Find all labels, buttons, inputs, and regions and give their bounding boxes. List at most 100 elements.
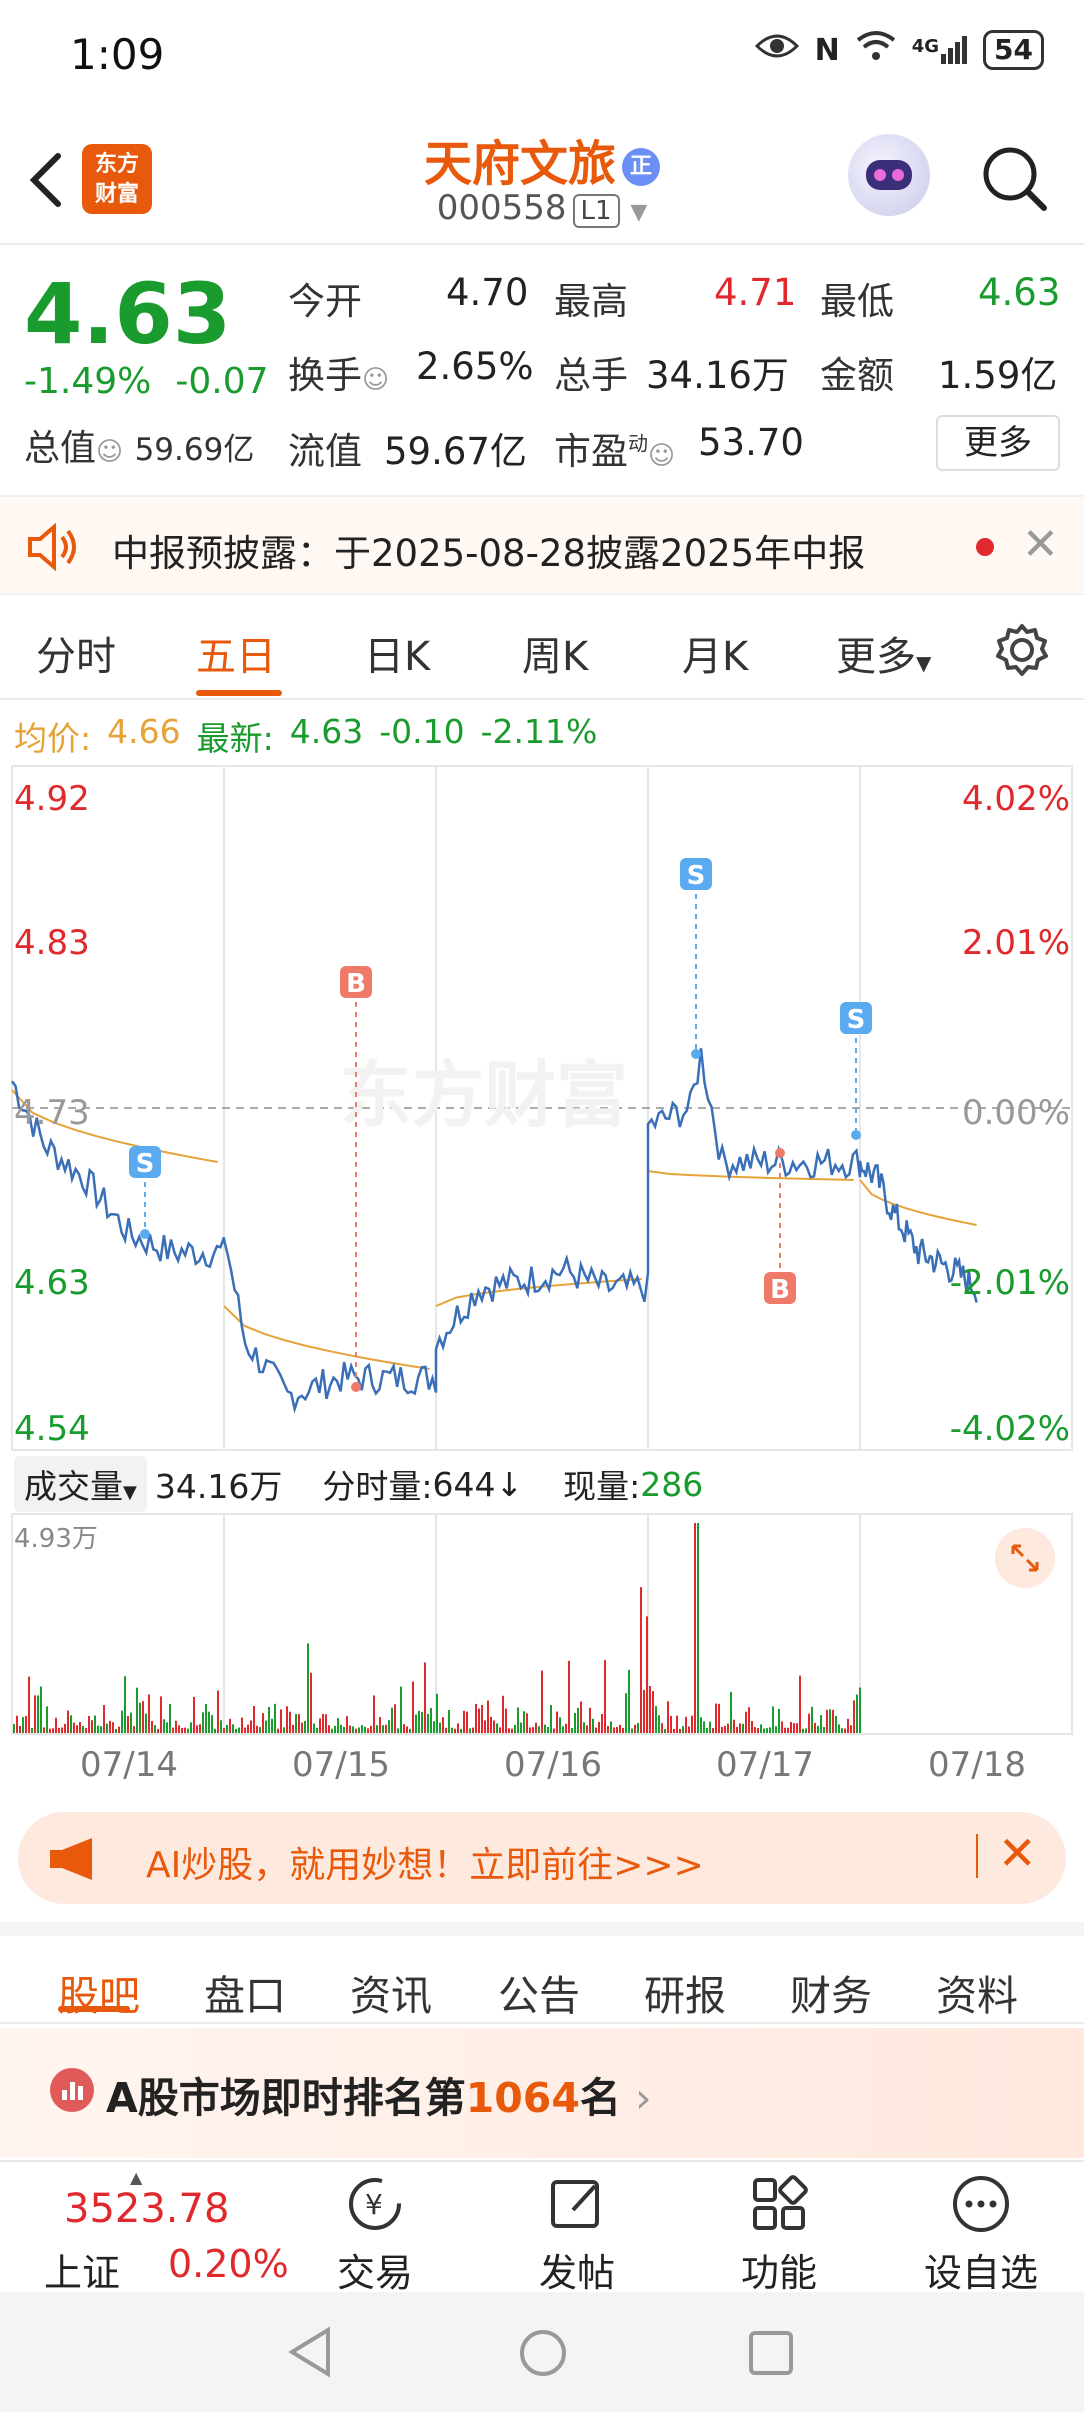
ai-promo-banner[interactable]: AI炒股，就用妙想！立即前往>>> ✕ <box>18 1812 1066 1904</box>
y-label-right: 0.00% <box>962 1093 1070 1133</box>
high-value: 4.71 <box>714 271 797 314</box>
low-label: 最低 <box>820 280 894 323</box>
nav-home-icon[interactable] <box>518 2328 568 2382</box>
y-label-right: 4.02% <box>962 779 1070 819</box>
pe-label-text: 市盈 <box>554 430 628 473</box>
y-label-right: 2.01% <box>962 923 1070 963</box>
pe-superscript: 动 <box>628 431 648 456</box>
edit-icon <box>512 2172 642 2236</box>
rank-chart-icon <box>50 2068 94 2112</box>
open-label: 今开 <box>288 280 362 323</box>
y-label-left: 4.63 <box>14 1263 90 1303</box>
tab-financials[interactable]: 财务 <box>790 1962 872 2022</box>
average-price-line: 均价: 4.66 最新: 4.63 -0.10 -2.11% <box>14 712 597 760</box>
nav-post[interactable]: 发帖 <box>512 2172 642 2297</box>
date-label: 07/17 <box>716 1745 814 1785</box>
quote-panel: 4.63 -1.49% -0.07 总值☺ 59.69亿 今开 4.70 最高 … <box>0 245 1084 495</box>
date-label: 07/16 <box>504 1745 602 1785</box>
more-quote-button[interactable]: 更多 <box>936 415 1060 471</box>
tick-volume-value: 644 <box>432 1464 496 1504</box>
section-tabs: 股吧 盘口 资讯 公告 研报 财务 资料 <box>0 1922 1084 2024</box>
level-badge: L1 <box>572 194 620 228</box>
close-icon[interactable]: ✕ <box>1022 519 1059 570</box>
close-icon[interactable]: ✕ <box>998 1826 1037 1880</box>
nav-functions-label: 功能 <box>740 2251 817 2295</box>
nav-post-label: 发帖 <box>538 2251 615 2295</box>
system-navigation-bar <box>0 2292 1084 2412</box>
tick-volume-label: 分时量: <box>322 1467 433 1506</box>
open-value: 4.70 <box>446 271 529 314</box>
marker-label: B <box>346 969 366 999</box>
stock-code: 000558 <box>436 188 567 228</box>
current-volume-value: 286 <box>640 1464 704 1504</box>
five-day-chart[interactable]: 东方财富 S B S B S 4.92 4.83 4.73 4.63 4.54 4.02% 2.01… <box>0 762 1084 1762</box>
date-label: 07/14 <box>80 1745 178 1785</box>
amount-value: 1.59亿 <box>938 354 1058 397</box>
current-volume-label: 现量: <box>563 1467 641 1506</box>
pe-label: 市盈动☺ <box>554 421 675 475</box>
nav-functions[interactable]: 功能 <box>714 2172 844 2297</box>
tab-order-book[interactable]: 盘口 <box>204 1962 286 2022</box>
low-value: 4.63 <box>978 271 1061 314</box>
market-rank-card[interactable]: A股市场即时排名第1064名 › <box>0 2028 1084 2158</box>
expand-icon[interactable] <box>995 1528 1055 1588</box>
volume-total: 34.16万 <box>154 1467 283 1506</box>
marker-dot <box>691 1049 701 1059</box>
tab-monthly-k[interactable]: 月K <box>682 624 748 682</box>
active-tab-indicator <box>196 690 282 696</box>
active-tab-indicator <box>58 2006 130 2012</box>
search-icon[interactable] <box>980 144 1050 214</box>
y-label-left: 4.92 <box>14 779 90 819</box>
nav-add-watchlist[interactable]: 设自选 <box>916 2172 1046 2297</box>
latest-change-pct: -2.11% <box>480 712 598 751</box>
latest-value: 4.63 <box>289 712 364 751</box>
turnover-label-text: 换手 <box>288 354 362 397</box>
nav-back-icon[interactable] <box>286 2326 336 2382</box>
latest-change: -0.10 <box>379 712 465 751</box>
index-value: 3523.78 <box>64 2186 230 2232</box>
eye-icon <box>754 31 799 69</box>
nav-recents-icon[interactable] <box>748 2330 794 2380</box>
marker-dot <box>851 1130 861 1140</box>
volume-indicator-dropdown[interactable]: 成交量▼ <box>14 1456 147 1512</box>
tab-announcements[interactable]: 公告 <box>498 1962 580 2022</box>
tab-more-label: 更多 <box>836 634 916 680</box>
megaphone-icon <box>46 1836 106 1886</box>
divider <box>976 1834 978 1878</box>
nav-trade[interactable]: ¥ 交易 <box>310 2172 440 2297</box>
notice-bar[interactable]: 中报预披露：于2025-08-28披露2025年中报 ✕ <box>0 495 1084 595</box>
info-icon: ☺ <box>96 437 124 467</box>
tab-news[interactable]: 资讯 <box>350 1962 432 2022</box>
tab-research[interactable]: 研报 <box>644 1962 726 2022</box>
tab-forum[interactable]: 股吧 <box>58 1962 140 2022</box>
chevron-right-icon: › <box>635 2074 652 2122</box>
total-market-value[interactable]: 总值☺ 59.69亿 <box>24 419 254 471</box>
tab-intraday[interactable]: 分时 <box>36 624 116 682</box>
avg-trace <box>647 1170 854 1181</box>
tab-five-day[interactable]: 五日 <box>196 624 276 682</box>
avg-label: 均价: <box>14 719 92 758</box>
ai-assistant-avatar[interactable] <box>848 134 930 216</box>
tab-more[interactable]: 更多▼ <box>836 624 931 682</box>
index-ticker[interactable]: ▲ 3523.78 上证 0.20% <box>10 2162 310 2295</box>
tab-daily-k[interactable]: 日K <box>364 624 430 682</box>
more-dots-icon <box>916 2172 1046 2236</box>
chevron-down-icon: ▼ <box>630 200 648 225</box>
grid-icon <box>714 2172 844 2236</box>
avg-value: 4.66 <box>107 712 181 751</box>
registration-badge: 正 <box>622 148 660 186</box>
clock: 1:09 <box>70 30 165 79</box>
tab-weekly-k[interactable]: 周K <box>522 624 588 682</box>
marker-dot <box>775 1148 785 1158</box>
tab-profile[interactable]: 资料 <box>936 1962 1018 2022</box>
unread-dot <box>976 538 994 556</box>
svg-text:¥: ¥ <box>365 2188 383 2221</box>
index-change: 0.20% <box>168 2242 289 2286</box>
caret-up-icon: ▲ <box>130 2168 143 2187</box>
marker-label: S <box>847 1005 866 1035</box>
amount-label: 金额 <box>820 354 894 397</box>
turnover-label: 换手☺ <box>288 345 389 399</box>
settings-gear-icon[interactable] <box>994 622 1050 682</box>
caret-down-icon: ▼ <box>916 651 932 675</box>
yuan-exchange-icon: ¥ <box>310 2172 440 2236</box>
